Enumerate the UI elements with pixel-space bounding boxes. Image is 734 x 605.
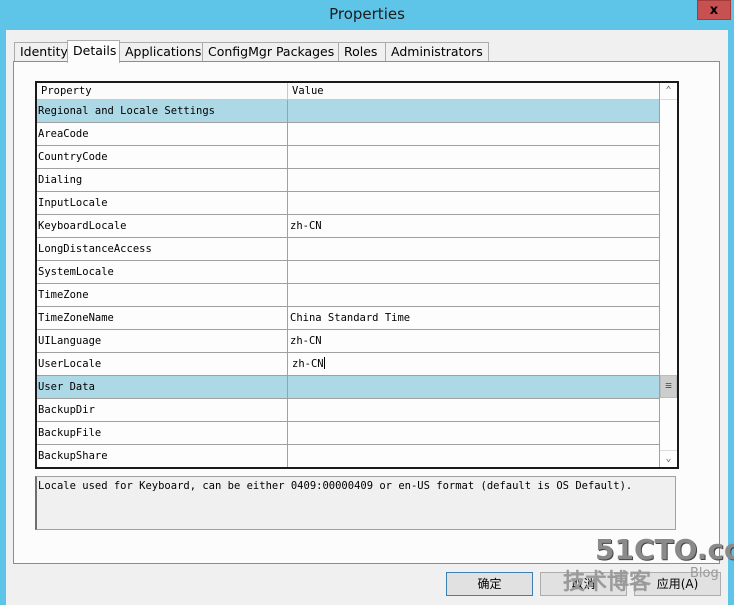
property-value[interactable]: zh-CN: [288, 330, 659, 352]
property-value[interactable]: [288, 192, 659, 214]
property-name: CountryCode: [37, 146, 288, 168]
category-label: User Data: [37, 376, 288, 398]
property-value[interactable]: [288, 123, 659, 145]
property-value[interactable]: zh-CN: [288, 215, 659, 237]
category-row[interactable]: User Data: [37, 376, 659, 399]
dialog-client-area: Identity Details Applications ConfigMgr …: [6, 30, 728, 605]
tab-identity[interactable]: Identity: [14, 42, 68, 61]
property-name: KeyboardLocale: [37, 215, 288, 237]
window-title: Properties: [329, 5, 405, 23]
property-value[interactable]: [288, 238, 659, 260]
property-value: [288, 100, 659, 122]
details-tab-panel: Property Value Regional and Locale Setti…: [13, 61, 720, 564]
property-value[interactable]: [288, 169, 659, 191]
property-row[interactable]: UserLocale zh-CN: [37, 353, 659, 376]
property-name: Dialing: [37, 169, 288, 191]
property-row[interactable]: AreaCode: [37, 123, 659, 146]
property-row[interactable]: TimeZoneName China Standard Time: [37, 307, 659, 330]
property-row[interactable]: KeyboardLocale zh-CN: [37, 215, 659, 238]
property-name: TimeZoneName: [37, 307, 288, 329]
property-row[interactable]: BackupShare: [37, 445, 659, 467]
cancel-button[interactable]: 取消: [540, 572, 627, 596]
apply-button[interactable]: 应用(A): [634, 572, 721, 596]
column-header-value[interactable]: Value: [288, 83, 659, 99]
property-name: BackupDir: [37, 399, 288, 421]
property-row[interactable]: InputLocale: [37, 192, 659, 215]
property-name: UILanguage: [37, 330, 288, 352]
property-value-text: China Standard Time: [290, 312, 411, 324]
tab-configmgr-packages[interactable]: ConfigMgr Packages: [202, 42, 339, 61]
property-value[interactable]: [288, 261, 659, 283]
property-row[interactable]: TimeZone: [37, 284, 659, 307]
scroll-down-button[interactable]: ⌄: [660, 450, 677, 467]
close-button[interactable]: x: [697, 0, 731, 20]
tab-details[interactable]: Details: [67, 40, 120, 63]
property-value-text: zh-CN: [292, 358, 324, 370]
property-row[interactable]: Dialing: [37, 169, 659, 192]
tab-administrators[interactable]: Administrators: [385, 42, 489, 61]
text-caret: [323, 357, 325, 369]
property-description: Locale used for Keyboard, can be either …: [35, 476, 676, 530]
category-row[interactable]: Regional and Locale Settings: [37, 100, 659, 123]
property-row[interactable]: BackupDir: [37, 399, 659, 422]
property-name: InputLocale: [37, 192, 288, 214]
property-value[interactable]: [288, 399, 659, 421]
property-name: BackupShare: [37, 445, 288, 467]
grid-rows: Regional and Locale Settings AreaCode Coun…: [37, 100, 659, 467]
title-bar[interactable]: Properties x: [0, 0, 734, 30]
property-name: TimeZone: [37, 284, 288, 306]
property-value[interactable]: [288, 445, 659, 467]
property-value: [288, 376, 659, 398]
property-value-editor[interactable]: zh-CN: [288, 353, 659, 375]
property-row[interactable]: UILanguage zh-CN: [37, 330, 659, 353]
scroll-thumb[interactable]: ≡: [660, 375, 677, 398]
property-row[interactable]: CountryCode: [37, 146, 659, 169]
property-row[interactable]: SystemLocale: [37, 261, 659, 284]
property-value-text: zh-CN: [290, 220, 322, 232]
property-value[interactable]: [288, 146, 659, 168]
grid-header: Property Value: [37, 83, 659, 100]
property-value[interactable]: [288, 422, 659, 444]
property-name: BackupFile: [37, 422, 288, 444]
ok-button[interactable]: 确定: [446, 572, 533, 596]
property-name: UserLocale: [37, 353, 288, 375]
property-name: AreaCode: [37, 123, 288, 145]
property-name: LongDistanceAccess: [37, 238, 288, 260]
property-row[interactable]: BackupFile: [37, 422, 659, 445]
property-grid[interactable]: Property Value Regional and Locale Setti…: [35, 81, 679, 469]
grip-icon: ≡: [665, 379, 672, 392]
chevron-down-icon: ⌄: [665, 453, 672, 464]
property-name: SystemLocale: [37, 261, 288, 283]
close-icon: x: [709, 3, 719, 18]
property-value[interactable]: [288, 284, 659, 306]
vertical-scrollbar[interactable]: ⌃ ≡ ⌄: [659, 83, 677, 467]
tab-applications[interactable]: Applications: [119, 42, 203, 61]
property-value-text: zh-CN: [290, 335, 322, 347]
category-label: Regional and Locale Settings: [37, 100, 288, 122]
scroll-up-button[interactable]: ⌃: [660, 83, 677, 100]
tab-roles[interactable]: Roles: [338, 42, 386, 61]
property-row[interactable]: LongDistanceAccess: [37, 238, 659, 261]
chevron-up-icon: ⌃: [665, 85, 672, 96]
property-value[interactable]: China Standard Time: [288, 307, 659, 329]
column-header-property[interactable]: Property: [37, 83, 288, 99]
